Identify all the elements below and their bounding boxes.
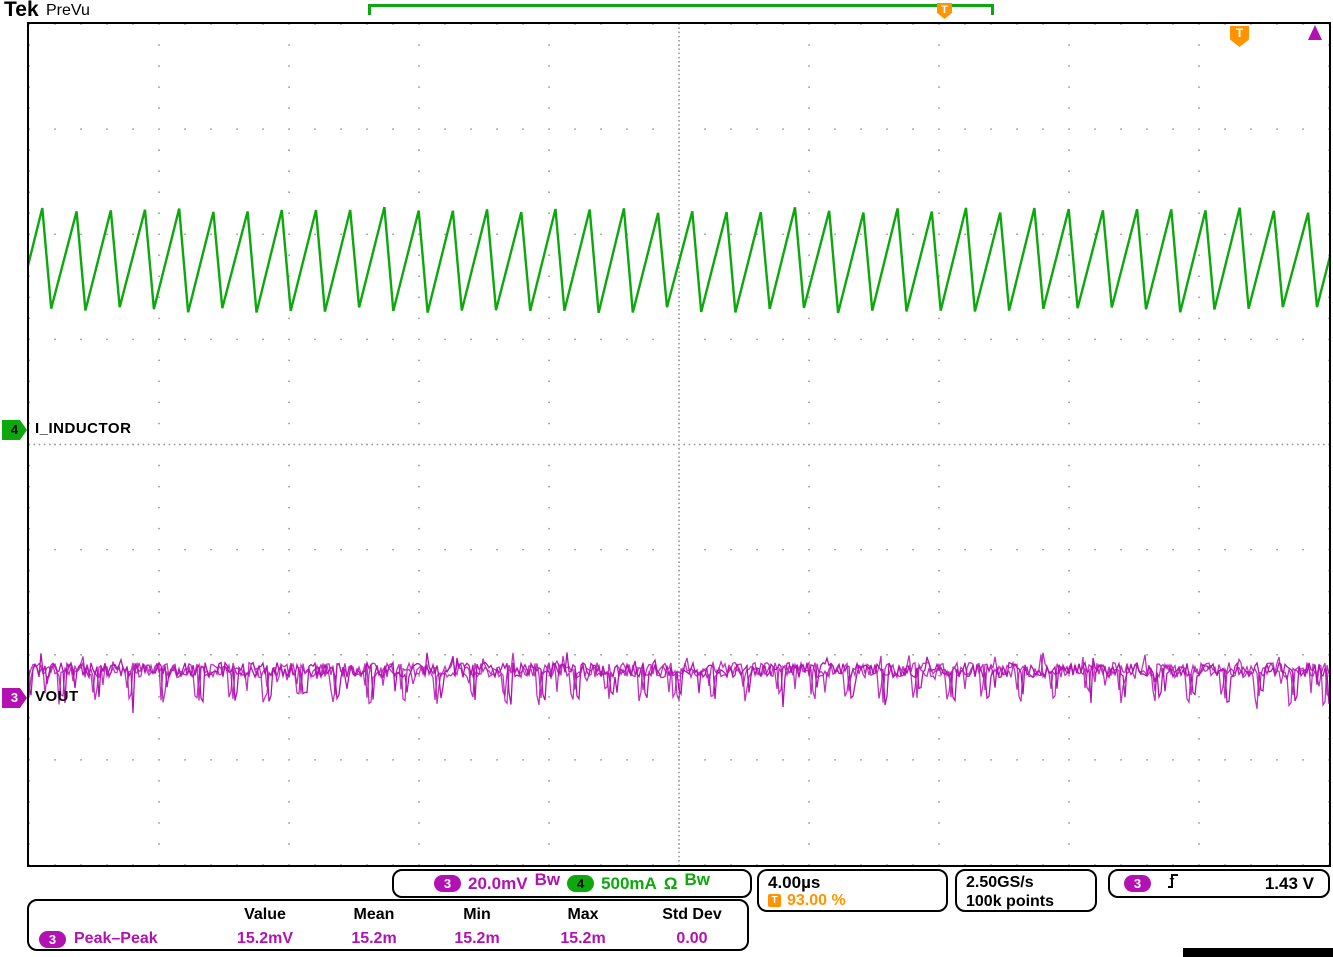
- ch4-badge: 4: [567, 875, 594, 892]
- col-header-value: Value: [209, 906, 321, 924]
- measurement-mean: 15.2m: [321, 930, 427, 948]
- ch3-badge: 3: [434, 875, 461, 892]
- waveform-plot: [29, 24, 1329, 865]
- trigger-readout: 3 1.43 V: [1108, 869, 1330, 898]
- col-header-min: Min: [427, 906, 527, 924]
- trigger-t-icon: T: [768, 894, 781, 907]
- ch4-coupling-ohm-icon: Ω: [664, 874, 678, 894]
- acquisition-preview-bar: T: [368, 4, 994, 15]
- record-length: 100k points: [966, 892, 1086, 911]
- ch4-ground-marker: 4: [2, 420, 27, 440]
- ch3-scale: 20.0mV: [468, 874, 528, 894]
- measurement-name: Peak–Peak: [74, 930, 158, 948]
- ch4-scale: 500mA: [601, 874, 657, 894]
- measurement-value: 15.2mV: [209, 930, 321, 948]
- ch3-ground-marker: 3: [2, 688, 27, 708]
- measurement-source-badge: 3: [39, 931, 66, 948]
- measurement-min: 15.2m: [427, 930, 527, 948]
- waveform-display: I_INDUCTOR VOUT T: [27, 22, 1331, 867]
- measurement-row-name: 3 Peak–Peak: [31, 930, 209, 948]
- timebase-readout: 4.00µs T 93.00 %: [757, 869, 948, 912]
- trigger-source-badge: 3: [1124, 875, 1151, 892]
- ch4-bandwidth-limit-icon: Bw: [684, 870, 710, 890]
- col-header-max: Max: [527, 906, 639, 924]
- ch4-trace-label: I_INDUCTOR: [35, 420, 131, 437]
- col-header-stddev: Std Dev: [639, 906, 745, 924]
- acquisition-mode-label: PreVu: [46, 2, 90, 20]
- ch3-trace-label: VOUT: [35, 688, 79, 705]
- trigger-slope-icon: [1167, 872, 1181, 895]
- brand-logo: Tek: [4, 0, 39, 22]
- trigger-position-marker-icon: T: [937, 3, 952, 19]
- col-header-mean: Mean: [321, 906, 427, 924]
- trigger-level-arrow-icon: [1308, 25, 1322, 40]
- trigger-level-value: 1.43 V: [1265, 874, 1314, 894]
- datetime-box-cutoff: [1183, 948, 1333, 957]
- trigger-position-percent: 93.00 %: [787, 892, 846, 909]
- measurement-stddev: 0.00: [639, 930, 745, 948]
- sample-rate: 2.50GS/s: [966, 873, 1086, 892]
- measurement-table: Value Mean Min Max Std Dev 3 Peak–Peak 1…: [27, 899, 749, 951]
- oscilloscope-screen: Tek PreVu T I_INDUCTOR VOUT T 4 3 3 20.0…: [0, 0, 1333, 957]
- ch3-bandwidth-limit-icon: Bw: [535, 870, 561, 890]
- acquisition-readout: 2.50GS/s 100k points: [955, 869, 1097, 912]
- measurement-max: 15.2m: [527, 930, 639, 948]
- timebase-value: 4.00µs: [768, 873, 937, 892]
- channel-scale-readout: 3 20.0mV Bw 4 500mA Ω Bw: [392, 869, 752, 898]
- top-status-bar: Tek PreVu T: [0, 0, 1333, 22]
